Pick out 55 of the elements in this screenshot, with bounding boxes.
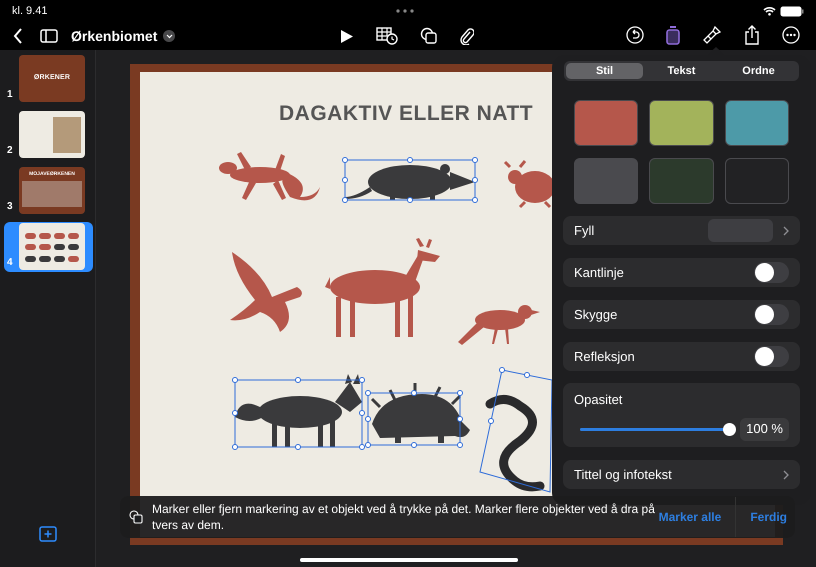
opacity-slider-thumb[interactable] (723, 422, 736, 436)
style-swatch[interactable] (649, 158, 714, 204)
hint-text: Marker eller fjern markering av et objekt ved å trykke på det. Marker flere objekter ved å dra på tvers av dem. (152, 501, 656, 533)
caption-row[interactable]: Tittel og infotekst (563, 460, 800, 489)
opacity-value-field[interactable]: 100 % (740, 418, 789, 440)
format-icon[interactable] (666, 25, 680, 45)
style-swatch[interactable] (724, 158, 789, 204)
caption-label: Tittel og infotekst (574, 466, 672, 484)
tab[interactable]: Tekst (643, 63, 720, 79)
wifi-icon (763, 6, 776, 16)
sidebar-toggle-icon[interactable] (40, 29, 58, 43)
slide-number: 4 (7, 256, 14, 270)
toggle-switch[interactable] (754, 304, 789, 325)
style-swatch[interactable] (574, 100, 638, 146)
tab[interactable]: Stil (566, 63, 643, 79)
tab[interactable]: Ordne (720, 63, 797, 79)
multitasking-dots-icon (396, 9, 414, 13)
fill-row[interactable]: Fyll (563, 216, 800, 245)
title-menu-icon[interactable] (163, 30, 176, 42)
photo-placeholder (22, 181, 82, 207)
fill-label: Fyll (574, 222, 594, 240)
status-time: kl. 9.41 (12, 4, 48, 19)
beetle-drawing (504, 160, 555, 208)
slide-thumbnail (19, 223, 85, 270)
action-link[interactable]: Ferdig (735, 497, 787, 537)
chevron-right-icon (783, 470, 789, 480)
multi-select-icon (129, 510, 143, 524)
opacity-label: Opasitet (574, 391, 624, 409)
toggle-switch[interactable] (754, 346, 789, 367)
slide-thumbnail-item[interactable]: 2 (4, 110, 93, 160)
chevron-right-icon (783, 226, 789, 236)
style-swatch[interactable] (574, 158, 638, 204)
undo-icon[interactable] (626, 26, 644, 44)
action-link[interactable]: Marker alle (658, 508, 722, 526)
slide-number: 3 (7, 200, 14, 214)
style-swatch[interactable] (649, 100, 714, 146)
battery-icon (780, 6, 804, 16)
style-swatch[interactable] (724, 100, 789, 146)
play-icon[interactable] (340, 28, 354, 44)
slide-number: 1 (7, 88, 14, 102)
add-slide-icon[interactable] (39, 526, 57, 542)
share-icon[interactable] (744, 25, 760, 45)
slide-number: 2 (7, 144, 14, 158)
toggle-label: Kantlinje (574, 264, 624, 282)
paintbrush-icon[interactable] (702, 25, 722, 45)
photo-placeholder (53, 116, 81, 152)
table-clock-icon[interactable] (376, 27, 398, 45)
toggle-switch[interactable] (754, 262, 789, 283)
more-icon[interactable] (782, 26, 800, 44)
paperclip-icon[interactable] (460, 27, 474, 45)
shapes-icon[interactable] (420, 27, 438, 45)
toggle-label: Refleksjon (574, 348, 635, 366)
document-title: Ørkenbiomet (71, 26, 158, 46)
slide-title: DAGAKTIV ELLER NATT (279, 101, 534, 127)
toggle-label: Skygge (574, 306, 618, 324)
